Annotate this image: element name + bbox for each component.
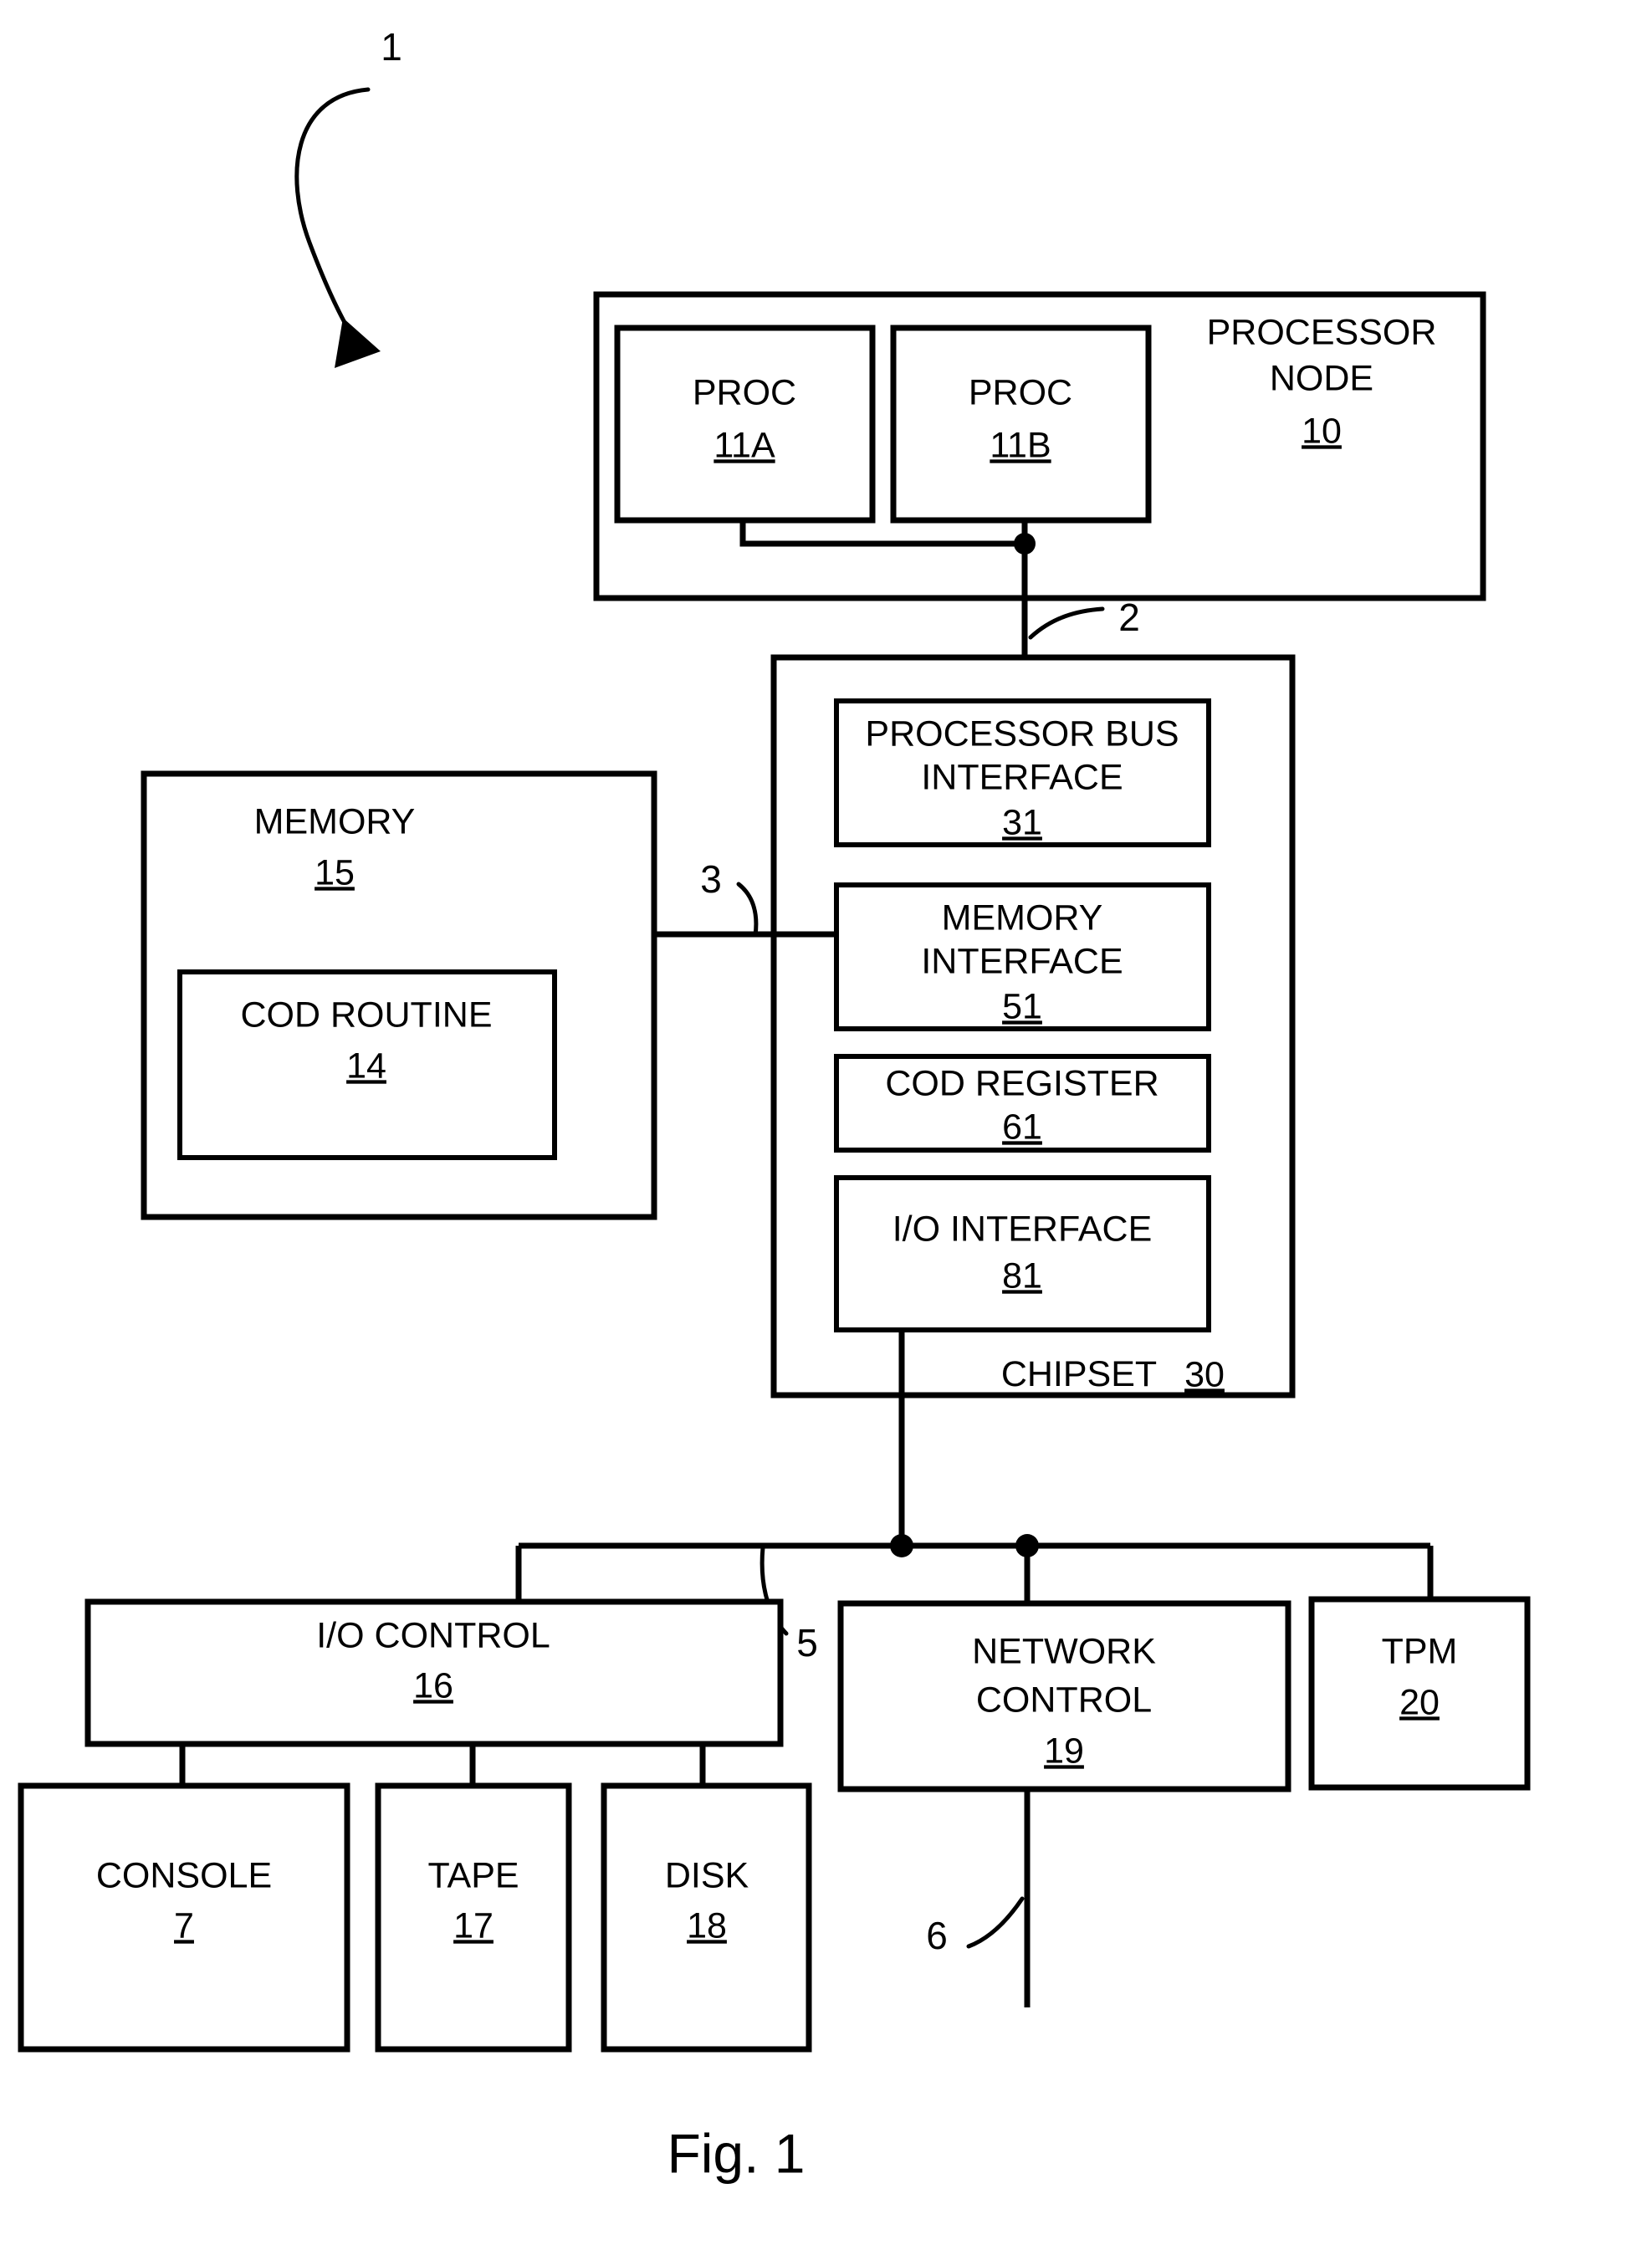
memory-interface-number: 51	[1002, 986, 1042, 1026]
reference-label-6: 6	[926, 1914, 948, 1957]
tape-label: TAPE	[427, 1855, 519, 1895]
memory-interface-label-line1: MEMORY	[942, 897, 1103, 938]
cod-routine-label: COD ROUTINE	[241, 995, 493, 1035]
processor-node-label-line2: NODE	[1270, 358, 1373, 398]
network-control-label-line2: CONTROL	[976, 1680, 1152, 1720]
cod-register-number: 61	[1002, 1107, 1042, 1147]
tpm-number: 20	[1399, 1682, 1440, 1722]
proc-11b-box	[890, 325, 1152, 524]
block-diagram: 1 PROCESSOR NODE 10 PROC 11A PROC 11B 2 …	[18, 25, 1531, 2184]
chipset-number: 30	[1184, 1354, 1225, 1394]
proc-11a-number: 11A	[713, 425, 775, 465]
reference-lead-3	[736, 882, 759, 938]
console-label: CONSOLE	[96, 1855, 272, 1895]
proc-11a-label: PROC	[693, 372, 796, 412]
console-number: 7	[174, 1905, 194, 1946]
junction-dot-io-bus-left	[890, 1534, 913, 1557]
io-interface-label: I/O INTERFACE	[892, 1209, 1153, 1249]
processor-bus-interface-label-line2: INTERFACE	[921, 757, 1123, 797]
chipset-label-text: CHIPSET	[1001, 1354, 1157, 1394]
reference-label-2: 2	[1118, 596, 1140, 639]
proc-11a-box	[614, 325, 876, 524]
io-interface-number: 81	[1002, 1255, 1042, 1296]
tape-number: 17	[453, 1905, 494, 1946]
chipset-label: CHIPSET	[1001, 1354, 1157, 1394]
figure-caption: Fig. 1	[667, 2122, 805, 2184]
proc-11b-label: PROC	[969, 372, 1072, 412]
processor-bus-interface-label-line1: PROCESSOR BUS	[865, 713, 1179, 754]
network-control-number: 19	[1044, 1731, 1084, 1771]
memory-number: 15	[315, 852, 355, 892]
disk-label: DISK	[665, 1855, 749, 1895]
reference-label-5: 5	[796, 1621, 818, 1664]
proc-11b-number: 11B	[990, 425, 1051, 465]
io-interface-box	[834, 1175, 1211, 1332]
network-control-label-line1: NETWORK	[972, 1631, 1156, 1671]
cod-register-label: COD REGISTER	[885, 1063, 1158, 1103]
reference-label-3: 3	[700, 857, 722, 901]
reference-label-1: 1	[381, 25, 402, 69]
disk-number: 18	[687, 1905, 727, 1946]
io-control-number: 16	[413, 1665, 453, 1705]
reference-lead-6	[966, 1896, 1025, 1949]
processor-bus-interface-number: 31	[1002, 802, 1042, 842]
memory-label: MEMORY	[254, 801, 416, 841]
processor-node-label-line1: PROCESSOR	[1207, 312, 1437, 352]
reference-lead-2	[1028, 606, 1105, 640]
tpm-label: TPM	[1382, 1631, 1458, 1671]
patent-figure-page: 1 PROCESSOR NODE 10 PROC 11A PROC 11B 2 …	[0, 0, 1652, 2255]
processor-node-number: 10	[1302, 411, 1342, 451]
junction-dot-proc-bus	[1014, 533, 1036, 555]
memory-interface-label-line2: INTERFACE	[921, 941, 1123, 981]
io-control-label: I/O CONTROL	[316, 1615, 550, 1655]
cod-routine-number: 14	[346, 1046, 386, 1086]
figure-reference-arrow-1	[294, 87, 381, 368]
